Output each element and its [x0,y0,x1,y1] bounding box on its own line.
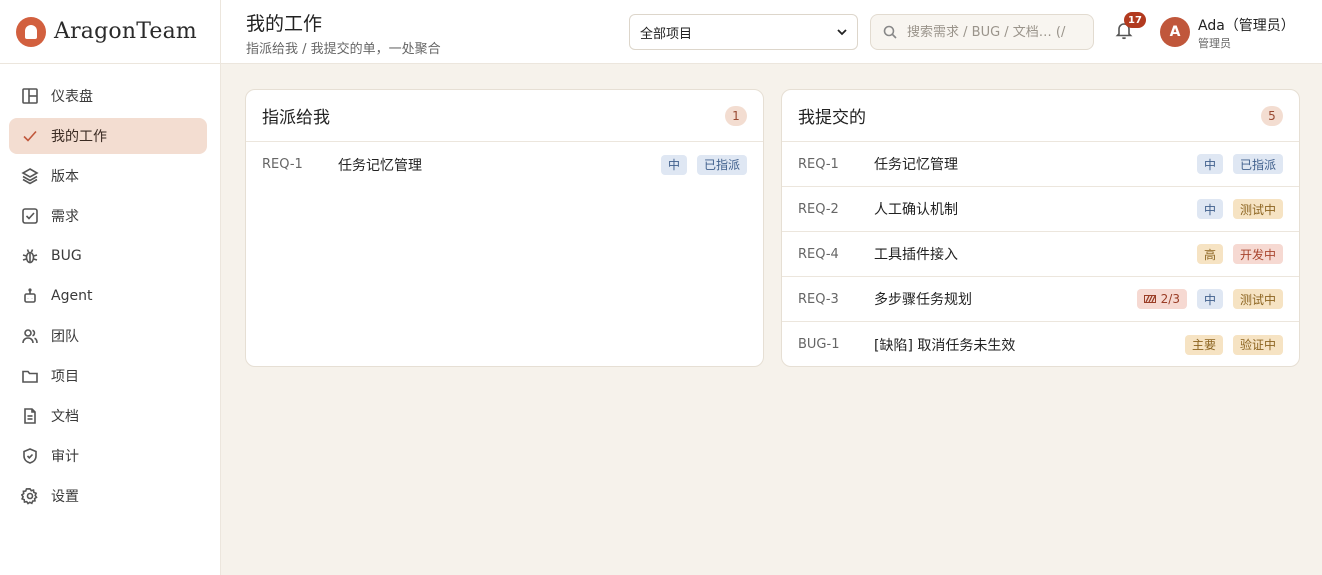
dashboard-icon [21,87,39,105]
page-subtitle: 指派给我 / 我提交的单，一处聚合 [246,42,441,57]
sidebar-item-label: Agent [51,288,93,304]
check-icon [21,127,39,145]
project-select-value: 全部项目 [640,26,693,42]
sidebar-item-label: 审计 [51,449,79,465]
item-id: BUG-1 [798,337,840,352]
progress-stripes-icon [1143,295,1156,303]
sidebar-item-audit[interactable]: 审计 [9,438,207,474]
document-icon [21,407,39,425]
sidebar-item-label: BUG [51,248,82,264]
sidebar: AragonTeam 仪表盘 我的工作 版本 需求 BUG Agent 团队 项… [0,0,221,575]
chevron-down-icon [837,29,847,36]
list-item[interactable]: REQ-1 任务记忆管理 中 已指派 [246,142,763,187]
sidebar-item-settings[interactable]: 设置 [9,478,207,514]
sidebar-item-my-work[interactable]: 我的工作 [9,118,207,154]
gear-icon [21,487,39,505]
avatar[interactable]: A [1160,17,1190,47]
sidebar-item-docs[interactable]: 文档 [9,398,207,434]
checkbox-icon [21,207,39,225]
list-item[interactable]: BUG-1 [缺陷] 取消任务未生效 主要 验证中 [782,322,1299,366]
assigned-panel: 指派给我 1 REQ-1 任务记忆管理 中 已指派 [245,89,764,367]
item-title[interactable]: 人工确认机制 [874,199,1197,219]
header: 我的工作 指派给我 / 我提交的单，一处聚合 全部项目 17 A Ada（管理员… [221,0,1322,64]
status-badge: 测试中 [1232,199,1283,219]
bug-icon [21,247,39,265]
item-id: REQ-3 [798,291,839,307]
user-name[interactable]: Ada（管理员） [1198,15,1295,35]
sidebar-item-label: 设置 [51,489,79,505]
item-id: REQ-1 [262,157,303,172]
item-title[interactable]: 多步骤任务规划 [874,289,1137,309]
count-badge: 1 [725,105,747,126]
priority-badge: 高 [1196,244,1223,264]
sidebar-item-label: 文档 [51,409,79,425]
panel-title: 我提交的 [798,108,866,128]
user-role: 管理员 [1198,37,1231,50]
search-icon [883,25,897,39]
sidebar-item-team[interactable]: 团队 [9,318,207,354]
folder-icon [21,367,39,385]
sidebar-item-projects[interactable]: 项目 [9,358,207,394]
sidebar-item-bug[interactable]: BUG [9,238,207,274]
panel-title: 指派给我 [262,108,330,128]
search-input[interactable] [907,24,1087,40]
status-badge: 测试中 [1232,289,1283,309]
notification-bell[interactable]: 17 [1114,12,1146,42]
sidebar-nav: 仪表盘 我的工作 版本 需求 BUG Agent 团队 项目 文档 审计 设置 [0,64,220,514]
panel-header: 我提交的 5 [782,90,1299,142]
robot-icon [21,287,39,305]
severity-badge: 主要 [1184,334,1223,355]
item-title[interactable]: 任务记忆管理 [338,155,661,175]
list-item[interactable]: REQ-3 多步骤任务规划 2/3 中 测试中 [782,277,1299,322]
sidebar-item-requirements[interactable]: 需求 [9,198,207,234]
priority-badge: 中 [660,154,687,175]
item-id: REQ-4 [798,246,839,262]
sidebar-item-label: 版本 [51,169,79,185]
project-select[interactable]: 全部项目 [629,14,858,50]
sidebar-item-dashboard[interactable]: 仪表盘 [9,78,207,114]
item-id: REQ-2 [798,201,839,217]
brand-name: AragonTeam [54,19,197,44]
sidebar-item-label: 需求 [51,209,79,225]
sidebar-item-label: 仪表盘 [51,89,93,105]
priority-badge: 中 [1196,154,1223,174]
notification-count-badge: 17 [1124,12,1146,28]
status-badge: 已指派 [1232,154,1283,174]
shield-icon [21,447,39,465]
status-badge: 已指派 [696,154,747,175]
brand-logo-icon [16,16,46,47]
subtask-progress-text: 2/3 [1160,292,1180,306]
priority-badge: 中 [1196,199,1223,219]
search-box[interactable] [870,14,1094,50]
item-title[interactable]: 任务记忆管理 [874,154,1197,174]
sidebar-item-agent[interactable]: Agent [9,278,207,314]
item-title[interactable]: [缺陷] 取消任务未生效 [874,335,1185,355]
list-item[interactable]: REQ-4 工具插件接入 高 开发中 [782,232,1299,277]
count-badge: 5 [1261,105,1283,126]
status-badge: 开发中 [1232,244,1283,264]
layers-icon [21,167,39,185]
submitted-panel: 我提交的 5 REQ-1 任务记忆管理 中 已指派 REQ-2 人工确认机制 中… [781,89,1300,367]
item-title[interactable]: 工具插件接入 [874,244,1197,264]
panel-header: 指派给我 1 [246,90,763,142]
page-title: 我的工作 [246,13,323,35]
sidebar-item-label: 我的工作 [51,129,107,145]
item-id: REQ-1 [798,156,839,172]
sidebar-item-versions[interactable]: 版本 [9,158,207,194]
subtask-progress-badge: 2/3 [1136,289,1187,309]
priority-badge: 中 [1196,289,1223,309]
users-icon [21,327,39,345]
brand[interactable]: AragonTeam [0,0,220,64]
status-badge: 验证中 [1232,334,1283,355]
sidebar-item-label: 团队 [51,329,79,345]
sidebar-item-label: 项目 [51,369,79,385]
list-item[interactable]: REQ-1 任务记忆管理 中 已指派 [782,142,1299,187]
list-item[interactable]: REQ-2 人工确认机制 中 测试中 [782,187,1299,232]
